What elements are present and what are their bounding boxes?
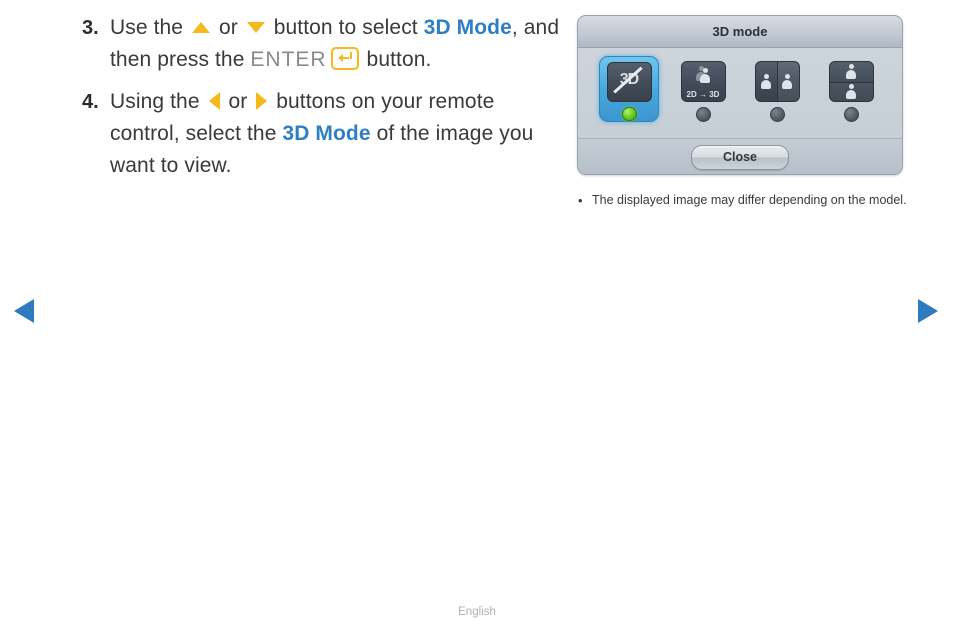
person-silhouette-icon bbox=[761, 74, 772, 89]
step4-text-b: or bbox=[222, 90, 254, 113]
step-item-3: 3. Use the or button to select 3D Mode, … bbox=[82, 12, 562, 76]
three-d-off-icon: 3D bbox=[606, 62, 652, 102]
person-silhouette-icon bbox=[782, 74, 793, 89]
step4-text-a: Using the bbox=[110, 90, 206, 113]
step4-text-d: control, select the bbox=[110, 122, 283, 145]
keyword-3d-mode: 3D Mode bbox=[282, 122, 371, 145]
mode-option-2d-to-3d[interactable]: 2D → 3D bbox=[672, 56, 734, 122]
person-silhouette-icon bbox=[846, 64, 857, 79]
enter-label: ENTER bbox=[250, 48, 327, 71]
close-button[interactable]: Close bbox=[691, 145, 789, 170]
next-page-arrow-icon[interactable] bbox=[918, 299, 938, 323]
mode-option-side-by-side[interactable] bbox=[746, 56, 808, 122]
triangle-down-icon bbox=[246, 21, 265, 33]
led-indicator-off bbox=[695, 107, 711, 122]
triangle-left-icon bbox=[208, 92, 220, 111]
dialog-body: 3D 2D → 3D bbox=[578, 48, 902, 139]
person-silhouette-icon bbox=[846, 84, 857, 99]
enter-key-icon bbox=[330, 46, 359, 70]
step-item-4: 4. Using the or buttons on your remote c… bbox=[82, 86, 562, 182]
step-text: Use the or button to select 3D Mode, and… bbox=[110, 12, 562, 76]
person-silhouette-icon bbox=[700, 68, 711, 83]
triangle-right-icon bbox=[256, 92, 268, 111]
dialog-title: 3D mode bbox=[578, 16, 902, 48]
led-indicator-on bbox=[621, 106, 637, 121]
previous-page-arrow-icon[interactable] bbox=[14, 299, 34, 323]
two-d-to-three-d-icon-label: 2D → 3D bbox=[686, 90, 720, 99]
bullet-icon: • bbox=[578, 193, 583, 208]
step3-text-f: button. bbox=[360, 48, 432, 71]
step4-text-e: of the image bbox=[370, 122, 494, 145]
mode-option-3d-off[interactable]: 3D bbox=[598, 56, 660, 122]
triangle-up-icon bbox=[192, 21, 211, 33]
footer-language-label: English bbox=[458, 606, 496, 618]
note-text: The displayed image may differ depending… bbox=[592, 193, 907, 207]
step3-text-c: button to select bbox=[267, 16, 424, 39]
three-d-mode-dialog: 3D mode 3D 2D → 3D bbox=[577, 15, 903, 175]
keyword-3d-mode: 3D Mode bbox=[423, 16, 512, 39]
dialog-footer: Close bbox=[578, 139, 902, 174]
step3-text-b: or bbox=[213, 16, 244, 39]
top-bottom-icon bbox=[828, 61, 874, 102]
side-by-side-icon bbox=[754, 61, 800, 102]
two-d-to-three-d-icon: 2D → 3D bbox=[680, 61, 726, 102]
note-block: • The displayed image may differ dependi… bbox=[578, 192, 908, 209]
step4-text-c: buttons on your remote bbox=[270, 90, 495, 113]
selection-highlight-empty bbox=[747, 56, 807, 122]
mode-option-top-bottom[interactable] bbox=[820, 56, 882, 122]
mode-options-row: 3D 2D → 3D bbox=[578, 48, 902, 122]
step-number: 4. bbox=[82, 91, 99, 113]
selection-highlight-empty: 2D → 3D bbox=[673, 56, 733, 122]
step-text: Using the or buttons on your remote cont… bbox=[110, 86, 562, 182]
instruction-steps: 3. Use the or button to select 3D Mode, … bbox=[82, 12, 562, 192]
selection-highlight-empty bbox=[821, 56, 881, 122]
step3-text-a: Use the bbox=[110, 16, 190, 39]
step3-text-d: , bbox=[511, 16, 518, 39]
led-indicator-off bbox=[843, 107, 859, 122]
led-indicator-off bbox=[769, 107, 785, 122]
step-number: 3. bbox=[82, 17, 99, 39]
selection-highlight: 3D bbox=[599, 56, 659, 122]
